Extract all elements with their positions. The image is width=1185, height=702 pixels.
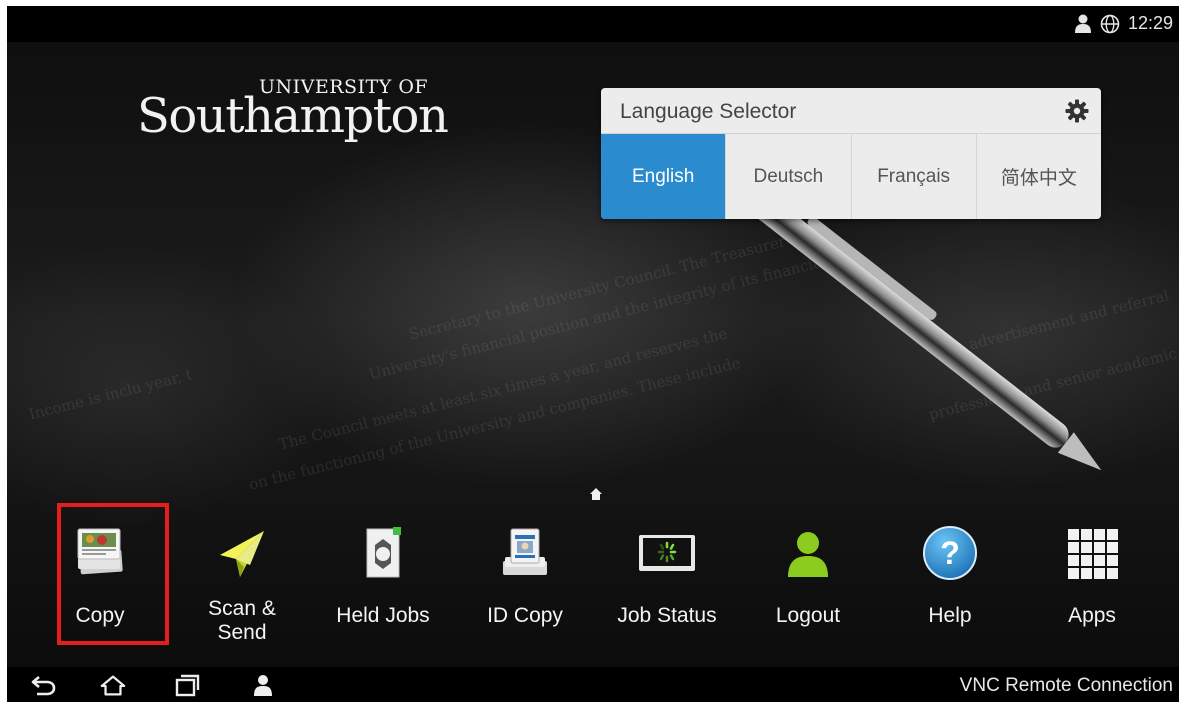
home-icon[interactable] bbox=[99, 672, 127, 698]
recent-apps-icon[interactable] bbox=[173, 672, 201, 698]
id-card-icon bbox=[503, 528, 547, 575]
help-glyph: ? bbox=[940, 535, 960, 571]
vnc-connection-label: VNC Remote Connection bbox=[959, 675, 1173, 696]
user-icon bbox=[788, 532, 828, 577]
paper-plane-icon bbox=[220, 531, 264, 577]
language-selector-header: Language Selector bbox=[601, 88, 1101, 134]
app-label-line1: Scan & bbox=[208, 597, 276, 620]
app-label: Help bbox=[928, 604, 972, 627]
app-id-copy[interactable]: ID Copy bbox=[460, 511, 590, 651]
user-icon[interactable] bbox=[249, 672, 277, 698]
app-label: Held Jobs bbox=[336, 604, 430, 627]
app-label: Logout bbox=[775, 604, 841, 627]
language-selector-title: Language Selector bbox=[620, 100, 797, 123]
language-option-francais[interactable]: Français bbox=[852, 134, 977, 219]
device-screen: University's financial position and the … bbox=[7, 6, 1179, 702]
language-selector: Language Selector English Deutsch França… bbox=[601, 88, 1101, 219]
app-label: Scan & Send bbox=[177, 597, 307, 645]
background-text: Income is inclu year, t bbox=[27, 365, 195, 424]
globe-icon bbox=[1100, 14, 1120, 33]
app-job-status[interactable]: Job Status bbox=[602, 511, 732, 651]
help-icon: ? bbox=[923, 526, 977, 580]
gear-icon[interactable] bbox=[1065, 99, 1089, 123]
back-icon[interactable] bbox=[29, 672, 57, 698]
held-jobs-icon bbox=[366, 527, 401, 578]
status-bar: 12:29 bbox=[7, 6, 1179, 42]
app-logout[interactable]: Logout bbox=[743, 511, 873, 651]
app-label: Job Status bbox=[617, 604, 717, 627]
language-option-english[interactable]: English bbox=[601, 134, 727, 219]
app-label: Apps bbox=[1068, 604, 1116, 627]
app-apps[interactable]: Apps bbox=[1027, 511, 1157, 651]
grid-icon bbox=[1068, 529, 1118, 579]
app-scan-send[interactable]: Scan & Send bbox=[177, 511, 307, 651]
status-time: 12:29 bbox=[1127, 13, 1173, 33]
app-help[interactable]: ? Help bbox=[885, 511, 1015, 651]
language-option-deutsch[interactable]: Deutsch bbox=[726, 134, 852, 219]
user-icon bbox=[1074, 14, 1091, 33]
logo-line2: Southampton bbox=[137, 88, 449, 144]
app-held-jobs[interactable]: Held Jobs bbox=[318, 511, 448, 651]
language-option-chinese[interactable]: 简体中文 bbox=[977, 134, 1101, 219]
home-page-indicator-icon bbox=[590, 488, 602, 500]
app-label-line2: Send bbox=[217, 621, 267, 644]
job-status-icon bbox=[639, 535, 695, 571]
navigation-bar: VNC Remote Connection bbox=[7, 667, 1179, 702]
app-label: ID Copy bbox=[487, 604, 563, 627]
copy-highlight-box bbox=[57, 503, 169, 645]
